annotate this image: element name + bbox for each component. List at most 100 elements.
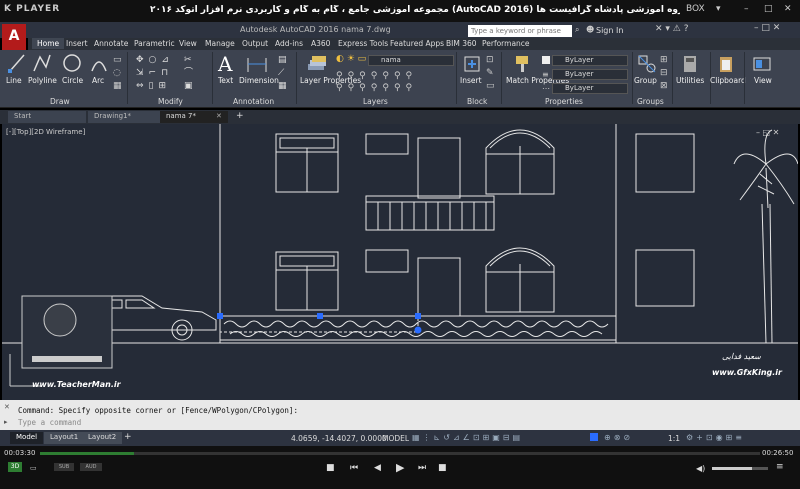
file-tab-start[interactable]: Start — [8, 111, 86, 123]
layers-panel-title[interactable]: Layers — [363, 97, 388, 106]
layer-dropdown[interactable]: nama — [368, 55, 454, 66]
progress-track[interactable] — [40, 452, 760, 455]
layout-tab-layout2[interactable]: Layout2 — [82, 432, 123, 444]
tab-home[interactable]: Home — [32, 38, 65, 49]
layer-tools-icon[interactable]: ⚲⚲⚲⚲⚲⚲⚲ ⚲⚲⚲⚲⚲⚲⚲ — [336, 70, 417, 94]
properties-panel-title[interactable]: Properties — [545, 97, 583, 106]
paintbrush-icon — [516, 56, 528, 72]
line-tool[interactable] — [8, 53, 26, 75]
arc-icon — [91, 61, 107, 72]
tab-a360[interactable]: A360 — [311, 39, 330, 48]
3d-icon[interactable]: 3D — [8, 462, 22, 472]
tab-annotate[interactable]: Annotate — [94, 39, 128, 48]
new-layout-icon[interactable]: + — [124, 432, 132, 442]
workspace-tools-icon[interactable]: ⚙+⊡◉⊞≡ — [686, 433, 745, 442]
layout-tab-layout1[interactable]: Layout1 — [44, 432, 85, 444]
block-tools-icon[interactable]: ⊡ ✎ ▭ — [486, 54, 495, 93]
block-panel-title[interactable]: Block — [467, 97, 487, 106]
menu-icon[interactable]: ≡ — [776, 462, 784, 472]
tab-add-ins[interactable]: Add-ins — [275, 39, 303, 48]
insert-icon — [464, 56, 480, 72]
view-tool[interactable] — [752, 54, 772, 76]
color-dropdown[interactable]: ByLayer — [552, 55, 628, 66]
modify-panel-title[interactable]: Modify — [158, 97, 183, 106]
acad-window-controls[interactable]: – □ ✕ — [754, 23, 780, 33]
close-icon[interactable]: ✕ — [784, 4, 792, 14]
panel-divider — [501, 52, 502, 104]
search-input[interactable]: Type a keyword or phrase — [468, 25, 572, 37]
layer-properties-tool[interactable] — [306, 54, 328, 76]
eject-icon[interactable]: ■ — [438, 463, 447, 473]
group-tool[interactable] — [637, 54, 657, 76]
clipboard-icon — [720, 57, 732, 72]
utilities-tool[interactable] — [680, 54, 700, 76]
clipboard-tool[interactable] — [716, 54, 736, 76]
model-space-button[interactable]: MODEL — [382, 434, 409, 443]
exchange-icon[interactable]: ✕ ▾ ⚠ ? — [655, 24, 689, 34]
tab-performance[interactable]: Performance — [482, 39, 530, 48]
layout-tab-model[interactable]: Model — [10, 432, 44, 444]
annotation-panel-title[interactable]: Annotation — [233, 97, 274, 106]
rewind-icon[interactable]: ◀ — [374, 463, 381, 473]
screen-icon[interactable]: ▭ — [30, 464, 37, 472]
annotation-scale[interactable]: 1:1 — [668, 434, 680, 443]
modify-tools-extra-icon[interactable]: ✂ ⌒ ▣ — [184, 54, 193, 93]
player-logo: K PLAYER — [4, 4, 61, 14]
play-icon[interactable]: ▶ — [396, 461, 404, 474]
text-icon[interactable]: A — [218, 52, 232, 76]
next-icon[interactable]: ⏭ — [418, 463, 426, 473]
pin-icon[interactable]: ▾ — [716, 4, 721, 14]
command-close-icon[interactable]: ✕ — [4, 403, 10, 411]
file-tab-drawing1[interactable]: Drawing1* — [88, 111, 160, 123]
maximize-icon[interactable]: □ — [764, 4, 773, 14]
utilities-label: Utilities — [676, 76, 705, 85]
clipboard-label: Clipboard — [710, 76, 746, 85]
audio-icon[interactable]: AUD — [80, 463, 102, 471]
line-icon — [8, 54, 25, 73]
tab-output[interactable]: Output — [242, 39, 268, 48]
selection-cycling-icon[interactable] — [590, 433, 598, 441]
tab-insert[interactable]: Insert — [66, 39, 88, 48]
annotation-tools-icon[interactable]: ⊕⊗⊘ — [604, 433, 633, 442]
insert-tool[interactable] — [462, 54, 482, 76]
subtitle-icon[interactable]: SUB — [54, 463, 74, 471]
layers-icon — [308, 56, 326, 70]
command-settings-icon[interactable]: ▸ — [4, 418, 8, 426]
tab-bim-360[interactable]: BIM 360 — [446, 39, 477, 48]
tab-manage[interactable]: Manage — [205, 39, 235, 48]
group-tools-icon[interactable]: ⊞ ⊟ ⊠ — [660, 54, 668, 93]
volume-icon[interactable]: ◀) — [696, 464, 705, 473]
tab-express-tools[interactable]: Express Tools — [338, 39, 388, 48]
command-input[interactable]: Type a command — [18, 418, 418, 429]
box-label[interactable]: BOX — [686, 4, 705, 14]
user-icon[interactable]: ☻ — [586, 25, 594, 34]
new-tab-icon[interactable]: + — [236, 111, 244, 121]
polyline-tool[interactable] — [32, 53, 52, 75]
match-properties-tool[interactable] — [512, 54, 532, 76]
draw-panel-title[interactable]: Draw — [50, 97, 70, 106]
tab-view[interactable]: View — [179, 39, 197, 48]
minimize-icon[interactable]: – — [744, 4, 749, 14]
linetype-dropdown[interactable]: ByLayer — [552, 83, 628, 94]
search-icon[interactable]: ⌕ — [575, 25, 579, 35]
draw-small-tools-icon[interactable]: ▭ ◌ ▦ — [113, 54, 122, 93]
video-title: مجموعه آموزشی جامع ، گام به گام و کاربرد… — [150, 5, 680, 15]
groups-panel-title[interactable]: Groups — [637, 97, 664, 106]
arc-tool[interactable] — [90, 53, 108, 75]
lineweight-dropdown[interactable]: ByLayer — [552, 69, 628, 80]
previous-icon[interactable]: ⏮ — [350, 463, 358, 473]
application-menu-button[interactable]: A — [2, 24, 26, 50]
modify-tools-icon[interactable]: ✥○⊿ ⇲⌐⊓ ⇔▯⊞ — [136, 54, 174, 93]
stop-icon[interactable]: ■ — [326, 463, 335, 473]
signature-watermark: سعید فدایی — [722, 352, 761, 361]
close-tab-icon[interactable]: ✕ — [216, 112, 222, 120]
panel-divider — [672, 52, 673, 104]
annotation-small-tools-icon[interactable]: ▤ ⟋ ▦ — [278, 54, 287, 93]
color-swatch-icon[interactable] — [542, 56, 550, 64]
circle-tool[interactable] — [62, 53, 82, 75]
status-toggle-icons[interactable]: ▦⋮⊾↺⊿∠⊡⊞▣⊟▤ — [412, 433, 523, 442]
tab-featured-apps[interactable]: Featured Apps — [390, 39, 444, 48]
tab-parametric[interactable]: Parametric — [134, 39, 175, 48]
sign-in-link[interactable]: Sign In — [596, 26, 623, 35]
dimension-tool[interactable] — [246, 54, 268, 76]
